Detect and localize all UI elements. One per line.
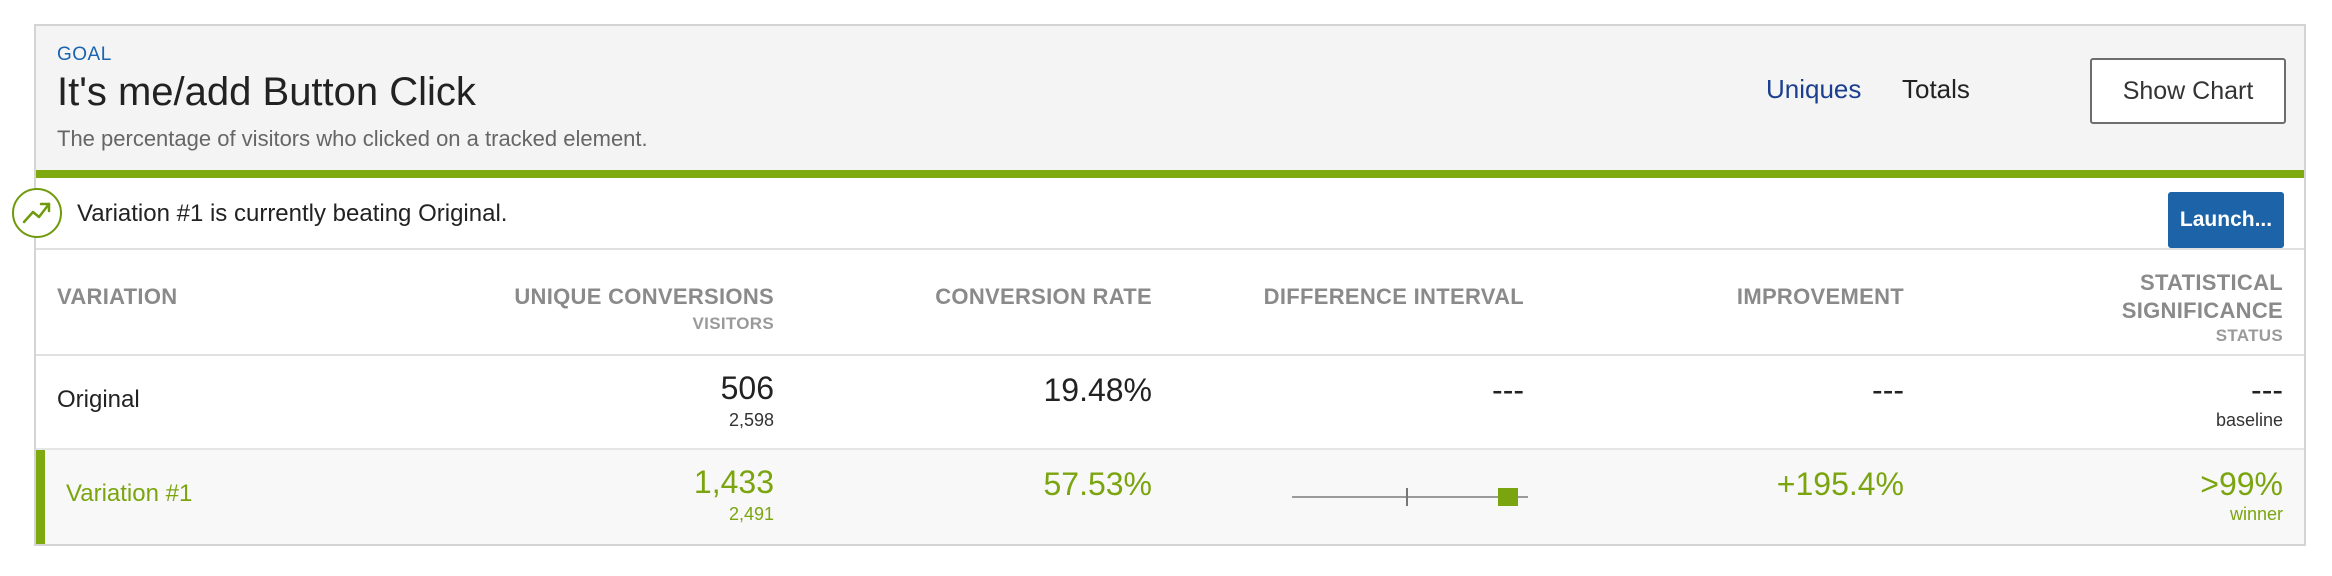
col-header-stat-sig-line2: SIGNIFICANCE: [2121, 298, 2283, 323]
launch-button[interactable]: Launch...: [2168, 192, 2284, 248]
goal-card: GOAL It's me/add Button Click The percen…: [12, 24, 2306, 546]
col-header-stat-sig-line1: STATISTICAL: [2139, 270, 2283, 295]
col-header-unique-conversions: UNIQUE CONVERSIONS: [514, 284, 774, 309]
col-header-improvement: IMPROVEMENT: [1736, 284, 1904, 309]
significance-value: >99%: [2200, 466, 2283, 502]
interval-range-marker: [1498, 488, 1518, 506]
col-header-visitors: VISITORS: [692, 314, 774, 333]
show-chart-button[interactable]: Show Chart: [2090, 58, 2286, 124]
goal-accent-bar: [36, 170, 2304, 178]
conversion-rate-value: 57.53%: [1043, 466, 1152, 502]
status-value: winner: [2229, 504, 2283, 524]
status-value: baseline: [2215, 410, 2283, 430]
unique-conversions-value: 1,433: [693, 464, 774, 500]
winner-banner: Variation #1 is currently beating Origin…: [12, 178, 2304, 250]
goal-title: It's me/add Button Click: [57, 70, 476, 114]
goal-description: The percentage of visitors who clicked o…: [57, 126, 648, 151]
winner-accent-bar: [36, 450, 45, 544]
visitors-value: 2,491: [728, 504, 774, 524]
table-row: Variation #1 1,433 2,491 57.53% +195.4% …: [36, 450, 2304, 544]
improvement-value: +195.4%: [1776, 466, 1904, 502]
goal-header: GOAL It's me/add Button Click The percen…: [36, 26, 2304, 170]
visitors-value: 2,598: [728, 410, 774, 430]
variation-name: Original: [57, 386, 140, 413]
variation-name: Variation #1: [66, 480, 193, 507]
table-header: VARIATION UNIQUE CONVERSIONS VISITORS CO…: [36, 250, 2304, 356]
improvement-value: ---: [1872, 372, 1904, 408]
unique-conversions-value: 506: [720, 370, 774, 406]
goal-label: GOAL: [57, 44, 112, 65]
col-header-status: STATUS: [2215, 326, 2283, 345]
col-header-variation: VARIATION: [57, 284, 178, 309]
trend-up-icon: [12, 188, 62, 238]
table-row: Original 506 2,598 19.48% --- --- --- ba…: [36, 356, 2304, 450]
uniques-toggle[interactable]: Uniques: [1766, 74, 1861, 105]
col-header-difference-interval: DIFFERENCE INTERVAL: [1263, 284, 1524, 309]
totals-toggle[interactable]: Totals: [1902, 74, 1970, 105]
significance-value: ---: [2251, 372, 2283, 408]
col-header-conversion-rate: CONVERSION RATE: [935, 284, 1152, 309]
banner-message: Variation #1 is currently beating Origin…: [77, 200, 508, 227]
difference-interval-value: ---: [1492, 372, 1524, 408]
difference-interval-chart: [1292, 488, 1528, 506]
conversion-rate-value: 19.48%: [1043, 372, 1152, 408]
